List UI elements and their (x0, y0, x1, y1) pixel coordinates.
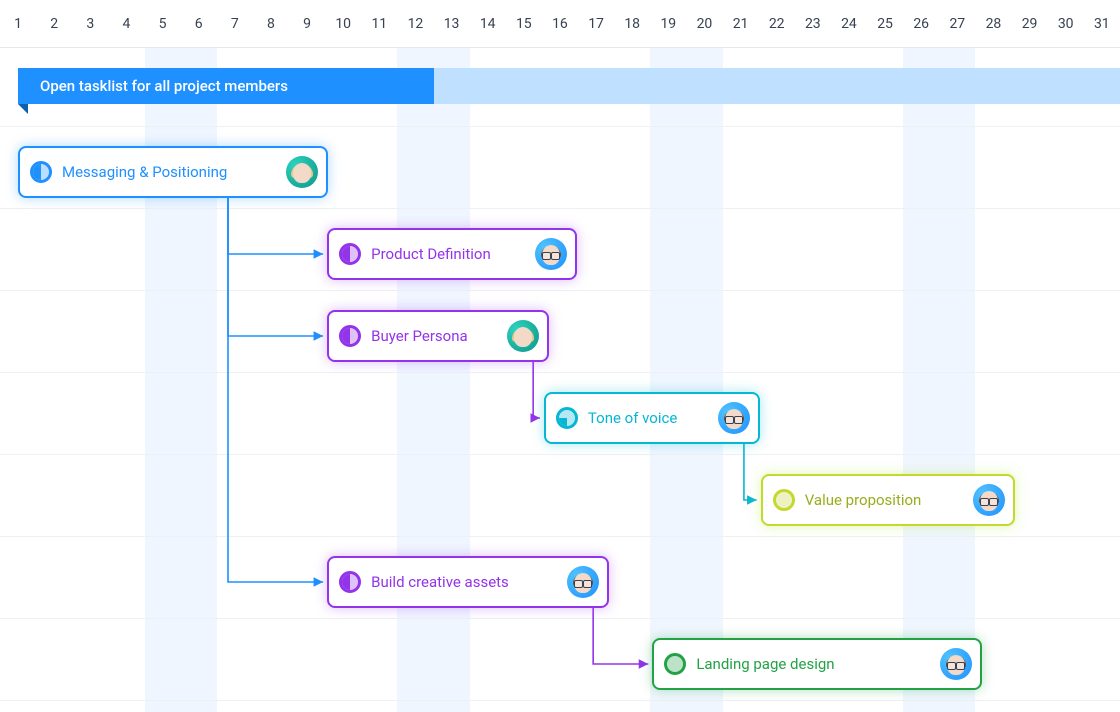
progress-ring-icon (30, 161, 52, 183)
day-header-cell: 4 (108, 16, 144, 32)
day-header-cell: 2 (36, 16, 72, 32)
connector-persona-tone (533, 362, 540, 418)
day-header-cell: 17 (578, 16, 614, 32)
timeline-header: 1234567891011121314151617181920212223242… (0, 0, 1120, 48)
day-header-cell: 27 (939, 16, 975, 32)
day-header-cell: 13 (434, 16, 470, 32)
task-creative[interactable]: Build creative assets (327, 556, 609, 608)
day-header-cell: 15 (506, 16, 542, 32)
task-label: Product Definition (371, 245, 525, 263)
day-header-cell: 16 (542, 16, 578, 32)
task-label: Build creative assets (371, 573, 557, 591)
day-header-cell: 12 (397, 16, 433, 32)
task-messaging[interactable]: Messaging & Positioning (18, 146, 328, 198)
weekend-band (397, 48, 469, 712)
day-header-cell: 11 (361, 16, 397, 32)
day-header-cell: 18 (614, 16, 650, 32)
assignee-avatar (286, 156, 318, 188)
day-header-cell: 9 (289, 16, 325, 32)
day-header-cell: 28 (975, 16, 1011, 32)
row-divider (0, 126, 1120, 127)
progress-ring-icon (339, 325, 361, 347)
gantt-chart: 1234567891011121314151617181920212223242… (0, 0, 1120, 712)
connector-tone-valueprop (744, 444, 757, 500)
row-divider (0, 700, 1120, 701)
assignee-avatar (718, 402, 750, 434)
day-header-cell: 7 (217, 16, 253, 32)
day-header-cell: 5 (145, 16, 181, 32)
day-header-cell: 30 (1048, 16, 1084, 32)
progress-ring-icon (339, 243, 361, 265)
day-header-cell: 24 (831, 16, 867, 32)
task-tone[interactable]: Tone of voice (544, 392, 760, 444)
assignee-avatar (567, 566, 599, 598)
task-proddef[interactable]: Product Definition (327, 228, 577, 280)
tasklist-banner[interactable]: Open tasklist for all project members (18, 68, 1120, 104)
weekend-band (650, 48, 722, 712)
task-valueprop[interactable]: Value proposition (761, 474, 1015, 526)
row-divider (0, 618, 1120, 619)
task-label: Buyer Persona (371, 327, 497, 345)
day-header-cell: 26 (903, 16, 939, 32)
progress-ring-icon (339, 571, 361, 593)
connector-messaging-creative (228, 198, 323, 582)
task-label: Messaging & Positioning (62, 163, 276, 181)
task-label: Value proposition (805, 491, 963, 509)
task-label: Landing page design (696, 655, 930, 673)
banner-head: Open tasklist for all project members (18, 68, 434, 104)
progress-ring-icon (556, 407, 578, 429)
task-persona[interactable]: Buyer Persona (327, 310, 549, 362)
row-divider (0, 208, 1120, 209)
day-header-cell: 31 (1084, 16, 1120, 32)
day-header-cell: 3 (72, 16, 108, 32)
progress-ring-icon (773, 489, 795, 511)
banner-label: Open tasklist for all project members (40, 77, 288, 95)
day-header-cell: 20 (686, 16, 722, 32)
progress-ring-icon (664, 653, 686, 675)
row-divider (0, 536, 1120, 537)
day-header-cell: 29 (1012, 16, 1048, 32)
row-divider (0, 290, 1120, 291)
assignee-avatar (940, 648, 972, 680)
assignee-avatar (973, 484, 1005, 516)
day-header-cell: 23 (795, 16, 831, 32)
day-header-cell: 8 (253, 16, 289, 32)
assignee-avatar (507, 320, 539, 352)
task-label: Tone of voice (588, 409, 708, 427)
day-header-cell: 14 (470, 16, 506, 32)
day-header-cell: 6 (181, 16, 217, 32)
banner-flag-icon (18, 104, 28, 114)
connector-creative-landing (593, 608, 648, 664)
day-header-cell: 10 (325, 16, 361, 32)
day-header-cell: 21 (723, 16, 759, 32)
row-divider (0, 372, 1120, 373)
day-header-cell: 1 (0, 16, 36, 32)
day-header-cell: 25 (867, 16, 903, 32)
assignee-avatar (535, 238, 567, 270)
task-landing[interactable]: Landing page design (652, 638, 982, 690)
day-header-cell: 22 (759, 16, 795, 32)
connector-messaging-persona (228, 198, 323, 336)
row-divider (0, 454, 1120, 455)
connector-messaging-proddef (228, 198, 323, 254)
weekend-band (903, 48, 975, 712)
day-header-cell: 19 (650, 16, 686, 32)
